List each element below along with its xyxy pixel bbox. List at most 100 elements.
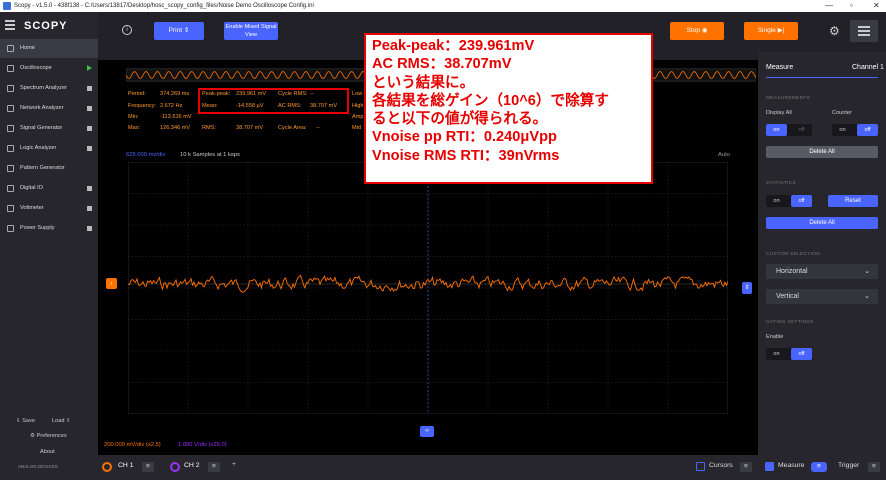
measure-checkbox[interactable]	[765, 462, 774, 471]
single-label: Single	[757, 27, 776, 34]
oscilloscope-icon	[7, 65, 14, 72]
timebase-readout: 625.000 ms/div	[126, 152, 166, 158]
sidebar-item-label: Home	[20, 45, 35, 51]
sidebar-item-oscilloscope[interactable]: Oscilloscope	[0, 59, 98, 78]
annotation-line: Vnoise RMS RTI：39nVrms	[372, 147, 560, 164]
load-label: Load	[52, 418, 65, 424]
counter-label: Counter	[832, 110, 852, 116]
ch1-label[interactable]: CH 1	[118, 462, 134, 469]
single-icon: ▶|	[777, 27, 785, 34]
sidebar-item-label: Oscilloscope	[20, 65, 52, 71]
sidebar-item-digital-io[interactable]: Digital IO	[0, 179, 98, 198]
sidebar-item-pattern-generator[interactable]: Pattern Generator	[0, 159, 98, 178]
stopped-icon	[87, 86, 92, 91]
cycle-area-value: --	[316, 125, 320, 131]
stopped-icon	[87, 146, 92, 151]
print-button[interactable]: Print ⇕	[154, 22, 204, 40]
ch1-menu-icon[interactable]: ≡	[142, 462, 154, 472]
minimize-icon[interactable]: —	[825, 0, 833, 12]
stopped-icon	[87, 226, 92, 231]
statistics-toggle[interactable]: on off	[766, 195, 812, 207]
amplitude-label: Amp	[352, 114, 364, 120]
pattern-icon	[7, 165, 14, 172]
app-logo: SCOPY	[24, 20, 68, 32]
sidebar-item-label: Spectrum Analyzer	[20, 85, 67, 91]
add-channel-button[interactable]: +	[232, 461, 236, 468]
sidebar-item-power-supply[interactable]: Power Supply	[0, 219, 98, 238]
maximize-icon[interactable]: ▫	[850, 0, 853, 12]
trigger-label[interactable]: Trigger	[838, 462, 859, 469]
sidebar-item-home[interactable]: Home	[0, 39, 98, 58]
measure-menu-icon[interactable]: ≡	[811, 462, 827, 472]
cursors-checkbox[interactable]	[696, 462, 705, 471]
gear-icon[interactable]: ⚙	[829, 24, 840, 38]
save-button[interactable]: ⇩ Save	[16, 418, 35, 424]
time-position-marker[interactable]: ‹›	[420, 426, 434, 437]
reset-button[interactable]: Reset	[828, 195, 878, 207]
min-value: -113.616 mV	[160, 114, 192, 120]
sidebar-item-voltmeter[interactable]: Voltmeter	[0, 199, 98, 218]
sidebar-item-signal-generator[interactable]: Signal Generator	[0, 119, 98, 138]
high-label: High	[352, 103, 364, 109]
delete-all-button[interactable]: Delete All	[766, 146, 878, 158]
gating-toggle[interactable]: on off	[766, 348, 812, 360]
ch1-scale: 200.000 mV/div (x2.5)	[104, 442, 161, 448]
cursors-label[interactable]: Cursors	[709, 462, 733, 469]
display-all-label: Display All	[766, 110, 792, 116]
annotation-line: ると以下の値が得られる。	[372, 111, 548, 128]
about-button[interactable]: About	[40, 449, 55, 455]
vertical-dropdown[interactable]: Vertical ⌄	[766, 289, 878, 304]
ch1-offset-marker[interactable]: ›	[106, 278, 117, 289]
window-title: Scopy - v1.5.0 - 438f138 - C:/Users/1381…	[14, 3, 314, 9]
measurements-section: MEASUREMENTS	[766, 96, 811, 101]
annotation-callout: Peak-peak：239.961mV AC RMS：38.707mV という結…	[364, 33, 653, 184]
vendor-logo: ANALOG DEVICES	[18, 464, 58, 469]
statistics-section: STATISTICS	[766, 181, 797, 186]
ch2-scale: 1.000 V/div (x25.0)	[178, 442, 227, 448]
annotation-line: Vnoise pp RTI：0.240μVpp	[372, 129, 557, 146]
ch1-indicator-icon[interactable]	[102, 462, 112, 472]
toggle-on: on	[766, 124, 787, 136]
sidebar-item-network-analyzer[interactable]: Network Analyzer	[0, 99, 98, 118]
close-icon[interactable]: ✕	[873, 0, 880, 12]
toggle-on: on	[773, 351, 780, 357]
cursors-menu-icon[interactable]: ≡	[740, 462, 752, 472]
digital-io-icon	[7, 185, 14, 192]
vertical-label: Vertical	[776, 293, 799, 300]
title-bar: Scopy - v1.5.0 - 438f138 - C:/Users/1381…	[0, 0, 886, 12]
info-icon[interactable]: i	[122, 25, 132, 35]
settings-menu-button[interactable]	[850, 20, 878, 42]
sidebar-item-logic-analyzer[interactable]: Logic Analyzer	[0, 139, 98, 158]
preferences-button[interactable]: ⚙ Preferences	[30, 433, 67, 439]
plot-grid	[128, 162, 728, 414]
chevron-down-icon: ⌄	[864, 268, 870, 275]
horizontal-dropdown[interactable]: Horizontal ⌄	[766, 264, 878, 279]
print-label: Print	[168, 27, 183, 34]
stopped-icon	[87, 106, 92, 111]
sidebar-item-label: Voltmeter	[20, 205, 44, 211]
app-icon	[3, 2, 11, 10]
stop-button[interactable]: Stop ◉	[670, 22, 724, 40]
load-button[interactable]: Load ⇧	[52, 418, 71, 424]
trigger-mode: Auto	[718, 152, 730, 158]
trigger-level-marker[interactable]: ⇕	[742, 282, 752, 294]
toggle-off: off	[791, 195, 812, 207]
menu-icon[interactable]	[5, 20, 15, 30]
trigger-menu-icon[interactable]: ≡	[868, 462, 880, 472]
display-all-toggle[interactable]: on off	[766, 124, 812, 136]
stop-label: Stop	[686, 27, 700, 34]
panel-divider	[766, 77, 878, 78]
max-value: 126.346 mV	[160, 125, 191, 131]
ch2-menu-icon[interactable]: ≡	[208, 462, 220, 472]
spectrum-icon	[7, 85, 14, 92]
delete-all-stats-button[interactable]: Delete All	[766, 217, 878, 229]
annotation-line: という結果に。	[372, 74, 475, 91]
cycle-area-label: Cycle Area:	[278, 125, 307, 131]
measure-label[interactable]: Measure	[778, 462, 804, 469]
sidebar-item-spectrum-analyzer[interactable]: Spectrum Analyzer	[0, 79, 98, 98]
counter-toggle[interactable]: on off	[832, 124, 878, 136]
ch2-indicator-icon[interactable]	[170, 462, 180, 472]
mixed-signal-button[interactable]: Enable Mixed Signal View	[224, 22, 278, 40]
ch2-label[interactable]: CH 2	[184, 462, 200, 469]
single-button[interactable]: Single ▶|	[744, 22, 798, 40]
